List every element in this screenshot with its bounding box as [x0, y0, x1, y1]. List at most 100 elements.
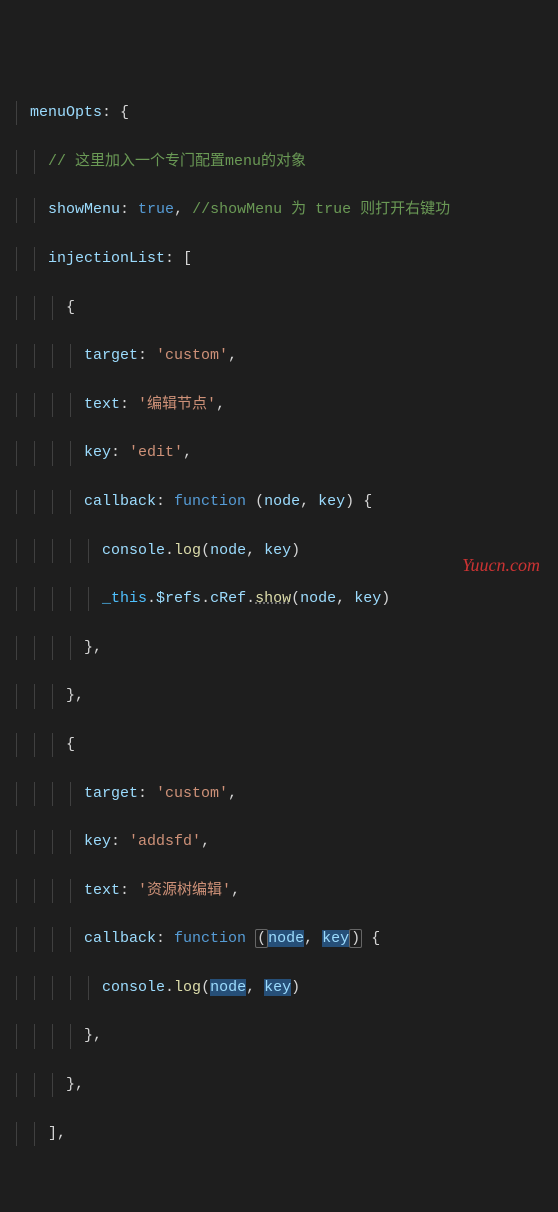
- brace: },: [66, 687, 84, 704]
- boolean-literal: true: [138, 201, 174, 218]
- code-line[interactable]: console.log(node, key): [30, 976, 558, 1000]
- code-line[interactable]: },: [30, 684, 558, 708]
- string-literal: 'custom': [156, 347, 228, 364]
- property-name: target: [84, 347, 138, 364]
- code-line[interactable]: showMenu: true, //showMenu 为 true 则打开右键功: [30, 198, 558, 222]
- paren: (: [201, 542, 210, 559]
- paren: ): [291, 542, 300, 559]
- brace: {: [66, 299, 75, 316]
- punctuation: ,: [216, 396, 225, 413]
- code-line[interactable]: {: [30, 733, 558, 757]
- string-literal: '资源树编辑': [138, 882, 231, 899]
- comment: // 这里加入一个专门配置menu的对象: [48, 153, 306, 170]
- space: [246, 930, 255, 947]
- code-line[interactable]: menuOpts: {: [30, 101, 558, 125]
- code-line[interactable]: text: '资源树编辑',: [30, 879, 558, 903]
- punctuation: :: [120, 201, 138, 218]
- object: cRef: [210, 590, 246, 607]
- punctuation: :: [138, 347, 156, 364]
- code-line[interactable]: target: 'custom',: [30, 344, 558, 368]
- code-line[interactable]: callback: function (node, key) {: [30, 927, 558, 951]
- space: [246, 493, 255, 510]
- function-call: log: [174, 542, 201, 559]
- space: [309, 493, 318, 510]
- punctuation: ,: [228, 347, 237, 364]
- object: console: [102, 542, 165, 559]
- code-line[interactable]: // 这里加入一个专门配置menu的对象: [30, 150, 558, 174]
- brace: {: [66, 736, 75, 753]
- paren: (: [255, 493, 264, 510]
- brace: },: [84, 1027, 102, 1044]
- punctuation: ,: [246, 542, 255, 559]
- paren: ): [291, 979, 300, 996]
- code-line[interactable]: callback: function (node, key) {: [30, 490, 558, 514]
- parameter-selected: key: [322, 930, 349, 947]
- property-name: menuOpts: [30, 104, 102, 121]
- parameter-selected: key: [264, 979, 291, 996]
- dot: .: [147, 590, 156, 607]
- comment: //showMenu 为 true 则打开右键功: [192, 201, 450, 218]
- property-name: target: [84, 785, 138, 802]
- code-line[interactable]: text: '编辑节点',: [30, 393, 558, 417]
- dot: .: [165, 979, 174, 996]
- property-name: key: [84, 833, 111, 850]
- punctuation: :: [111, 444, 129, 461]
- punctuation: ,: [336, 590, 345, 607]
- brace: },: [84, 639, 102, 656]
- property-name: callback: [84, 493, 156, 510]
- variable: _this: [102, 590, 147, 607]
- punctuation: ,: [231, 882, 240, 899]
- code-line[interactable]: target: 'custom',: [30, 782, 558, 806]
- code-line[interactable]: key: 'edit',: [30, 441, 558, 465]
- punctuation: ,: [304, 930, 313, 947]
- paren-highlighted: (: [255, 929, 268, 948]
- dot: .: [165, 542, 174, 559]
- brace: {: [371, 930, 380, 947]
- parameter: node: [300, 590, 336, 607]
- punctuation: ,: [228, 785, 237, 802]
- punctuation: ,: [183, 444, 192, 461]
- parameter: node: [264, 493, 300, 510]
- punctuation: :: [120, 882, 138, 899]
- object: $refs: [156, 590, 201, 607]
- punctuation: : [: [165, 250, 192, 267]
- code-line[interactable]: key: 'addsfd',: [30, 830, 558, 854]
- punctuation: ,: [300, 493, 309, 510]
- punctuation: ,: [174, 201, 192, 218]
- bracket: ],: [48, 1125, 66, 1142]
- parameter-selected: node: [210, 979, 246, 996]
- space: [255, 979, 264, 996]
- string-literal: '编辑节点': [138, 396, 216, 413]
- paren: ): [381, 590, 390, 607]
- property-name: key: [84, 444, 111, 461]
- string-literal: 'edit': [129, 444, 183, 461]
- property-name: callback: [84, 930, 156, 947]
- space: [362, 930, 371, 947]
- brace: },: [66, 1076, 84, 1093]
- punctuation: :: [120, 396, 138, 413]
- code-line[interactable]: _this.$refs.cRef.show(node, key): [30, 587, 558, 611]
- space: [313, 930, 322, 947]
- punctuation: : {: [102, 104, 129, 121]
- brace: {: [363, 493, 372, 510]
- punctuation: :: [111, 833, 129, 850]
- code-line[interactable]: },: [30, 1073, 558, 1097]
- parameter: node: [210, 542, 246, 559]
- dot: .: [201, 590, 210, 607]
- property-name: text: [84, 882, 120, 899]
- code-line[interactable]: injectionList: [: [30, 247, 558, 271]
- code-line[interactable]: ],: [30, 1122, 558, 1146]
- code-line[interactable]: },: [30, 636, 558, 660]
- punctuation: :: [156, 930, 174, 947]
- string-literal: 'addsfd': [129, 833, 201, 850]
- punctuation: :: [138, 785, 156, 802]
- code-line[interactable]: {: [30, 296, 558, 320]
- space: [354, 493, 363, 510]
- string-literal: 'custom': [156, 785, 228, 802]
- object: console: [102, 979, 165, 996]
- punctuation: ,: [246, 979, 255, 996]
- property-name: injectionList: [48, 250, 165, 267]
- code-line[interactable]: },: [30, 1024, 558, 1048]
- dot: .: [246, 590, 255, 607]
- property-name: text: [84, 396, 120, 413]
